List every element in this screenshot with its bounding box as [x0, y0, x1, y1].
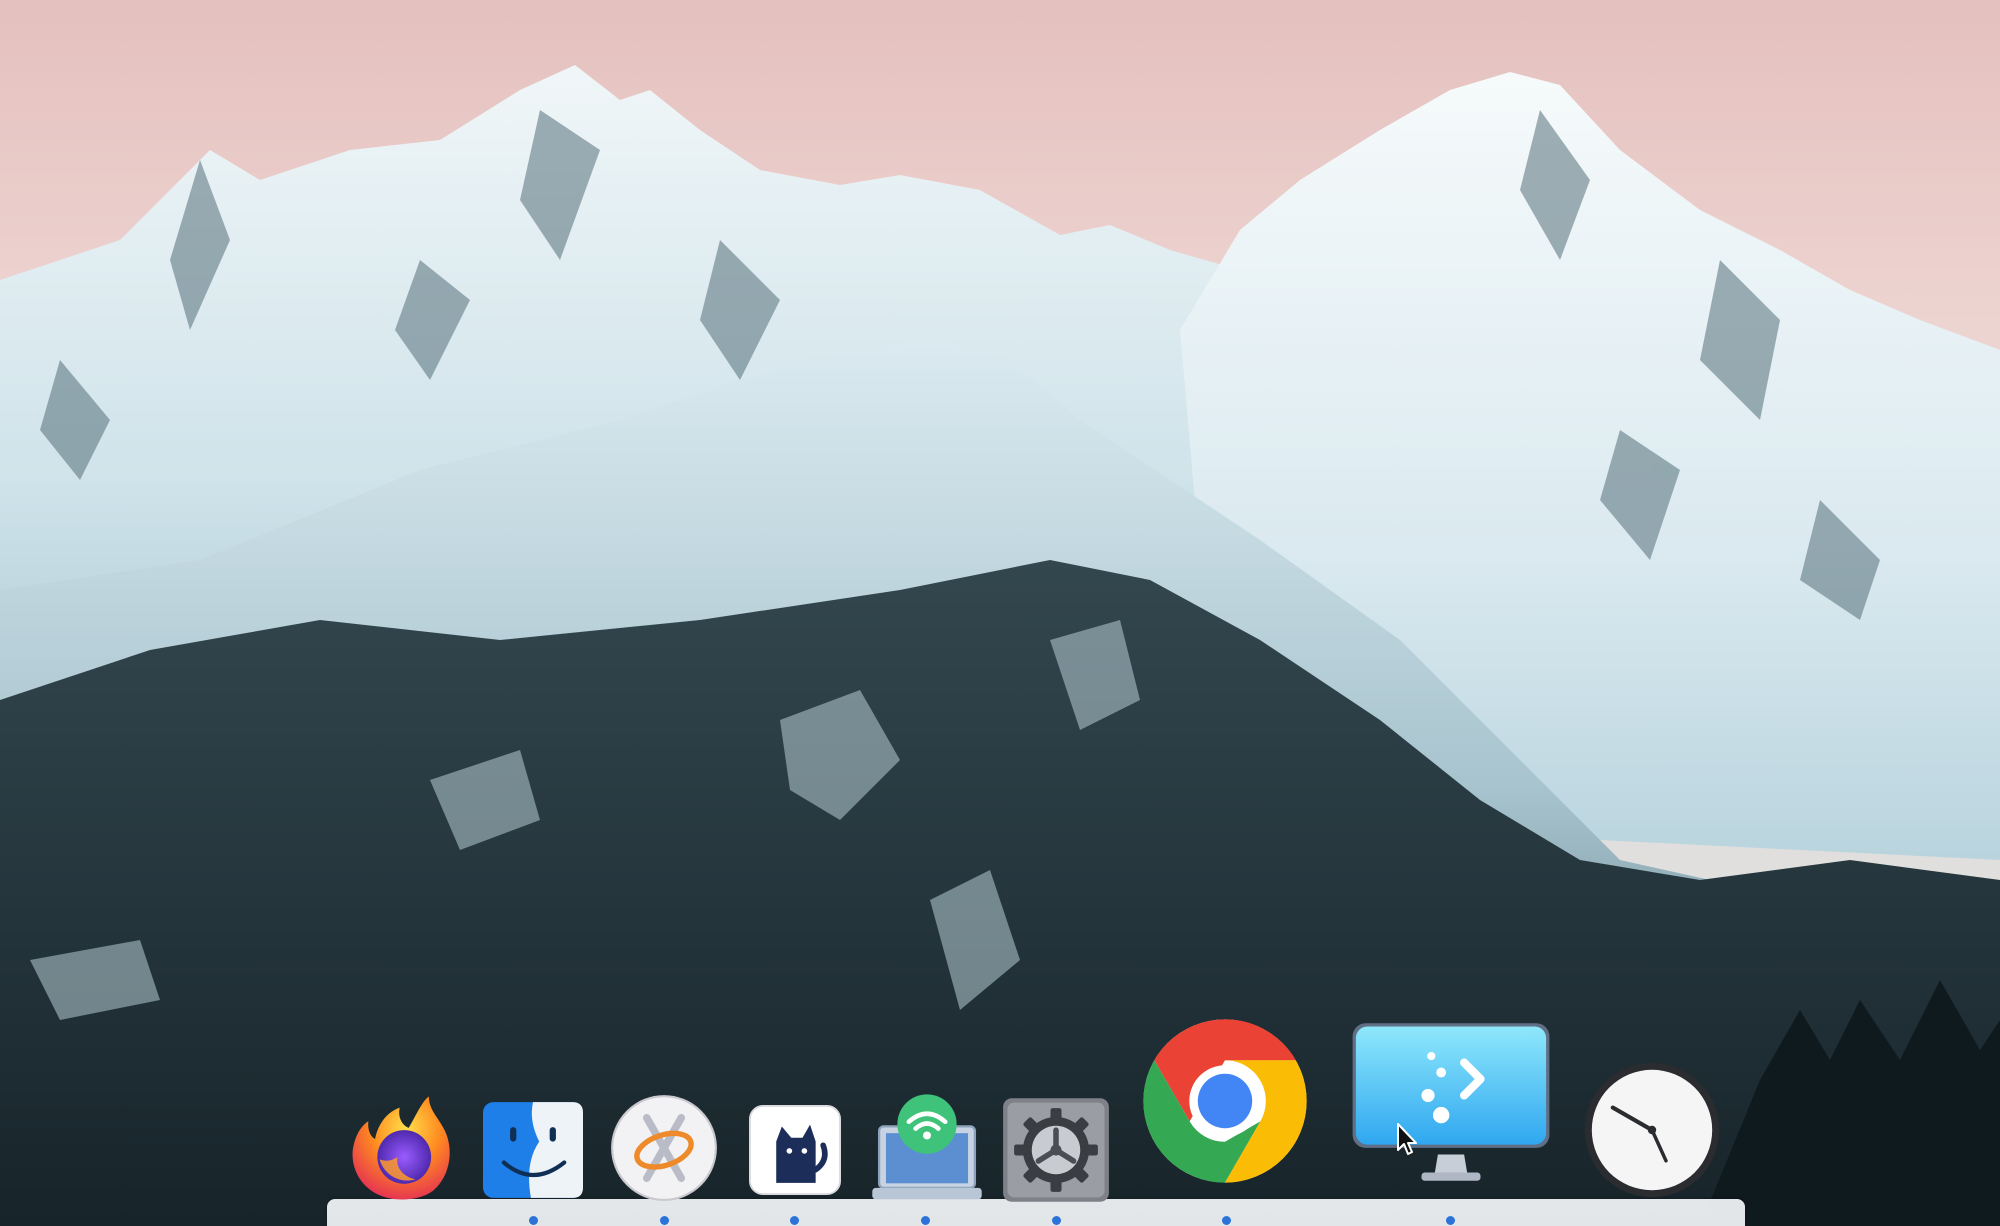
clock-icon: [1584, 1062, 1720, 1198]
wifi-laptop-icon: [872, 1094, 982, 1200]
running-indicator-xquartz: [660, 1216, 669, 1225]
dock-item-clock[interactable]: [1582, 1060, 1722, 1200]
running-indicator-screen-sharing: [1446, 1216, 1455, 1225]
dock-item-firefox[interactable]: [346, 1092, 458, 1204]
running-indicator-system-preferences: [1052, 1216, 1061, 1225]
running-indicator-finder: [529, 1216, 538, 1225]
dock-item-network[interactable]: [870, 1092, 984, 1204]
gear-icon: [1003, 1098, 1109, 1202]
firefox-icon: [352, 1096, 450, 1200]
chrome-icon: [1143, 1019, 1307, 1183]
dock-item-xquartz[interactable]: [610, 1094, 718, 1202]
wallpaper-image: [0, 0, 2000, 1226]
dock-item-chrome[interactable]: [1140, 1016, 1310, 1186]
monitor-icon: [1352, 1023, 1550, 1181]
dock-item-cat-app[interactable]: [748, 1104, 842, 1196]
dock-item-finder[interactable]: [480, 1100, 586, 1200]
cat-icon: [749, 1104, 841, 1196]
xquartz-icon: [611, 1095, 717, 1201]
desktop: [0, 0, 2000, 1226]
running-indicator-cat-app: [790, 1216, 799, 1225]
running-indicator-network: [921, 1216, 930, 1225]
finder-icon: [483, 1102, 583, 1198]
dock-item-system-preferences[interactable]: [1000, 1096, 1112, 1204]
running-indicator-chrome: [1222, 1216, 1231, 1225]
dock-item-screen-sharing[interactable]: [1346, 1020, 1556, 1184]
